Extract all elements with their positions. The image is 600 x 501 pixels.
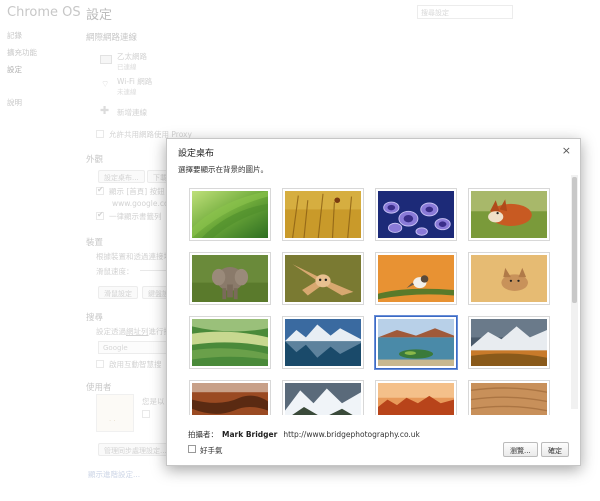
wallpaper-thumb-mountain-lake-reflection[interactable] (283, 317, 363, 368)
surprise-me-label: 好手氣 (200, 446, 223, 455)
wallpaper-thumb-purple-cup-fungi[interactable] (376, 189, 456, 240)
wallpaper-thumb-green-grass-blades[interactable] (190, 189, 270, 240)
ok-button[interactable]: 確定 (541, 442, 569, 457)
wallpaper-thumb-green-rolling-fields[interactable] (190, 317, 270, 368)
wallpaper-thumb-snowy-mountain-valley[interactable] (283, 381, 363, 415)
wallpaper-thumb-fox-resting-on-grass[interactable] (469, 189, 549, 240)
photographer-url: http://www.bridgephotography.co.uk (283, 430, 420, 439)
wallpaper-thumb-elephant-calf[interactable] (190, 253, 270, 304)
wallpaper-thumb-red-canyon[interactable] (190, 381, 270, 415)
wallpaper-thumb-sunset-autumn-trees[interactable] (376, 381, 456, 415)
wallpaper-thumb-fox-cub-in-sand[interactable] (469, 253, 549, 304)
wallpaper-grid (168, 173, 572, 415)
wallpaper-thumb-owl-in-flight[interactable] (283, 253, 363, 304)
wallpaper-thumb-sand-dune-ripples[interactable] (469, 381, 549, 415)
scrollbar-thumb[interactable] (572, 177, 577, 303)
dialog-title: 設定桌布 (178, 149, 215, 159)
surprise-me-checkbox[interactable] (188, 445, 196, 453)
wallpaper-thumb-golden-grass-with-insect[interactable] (283, 189, 363, 240)
wallpaper-thumb-bird-on-mossy-branch[interactable] (376, 253, 456, 304)
close-icon[interactable]: × (562, 145, 571, 156)
wallpaper-thumb-beach-with-mossy-rocks[interactable] (376, 317, 456, 368)
photo-credit: 拍攝者： Mark Bridger http://www.bridgephotogr… (188, 429, 420, 440)
browse-button[interactable]: 瀏覽... (503, 442, 538, 457)
set-wallpaper-dialog: 設定桌布 × 選擇要顯示在背景的圖片。 拍攝者： Mark Bridger ht… (166, 138, 581, 466)
photographer-name: Mark Bridger (222, 430, 278, 439)
wallpaper-thumb-stormy-mountains-autumn[interactable] (469, 317, 549, 368)
wallpaper-scrollbar[interactable] (571, 175, 578, 409)
credit-label: 拍攝者： (188, 430, 218, 439)
